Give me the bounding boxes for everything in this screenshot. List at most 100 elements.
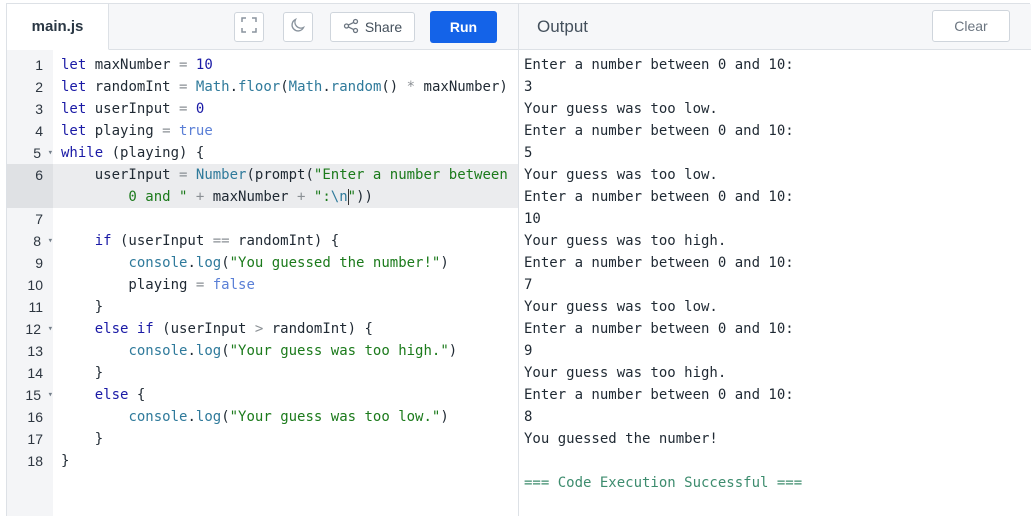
code-token: . [229,79,239,95]
code-token: == [212,233,230,249]
code-token: maxNumber [86,57,180,73]
code-line[interactable]: 18} [7,450,518,472]
code-token: 10 [195,57,213,73]
output-line: Enter a number between 0 and 10: [524,255,794,271]
output-line: Your guess was too low. [524,299,718,315]
code-text: userInput = Number(prompt("Enter a numbe… [61,164,508,186]
code-line[interactable]: 3 let userInput = 0 [7,98,518,120]
code-token: if [136,321,154,337]
code-editor[interactable]: 1 let maxNumber = 10 2 let randomInt = Math… [7,50,518,516]
code-line[interactable]: 8 ▾ if (userInput == randomInt) { [7,230,518,252]
output-panel: Enter a number between 0 and 10: 3 Your gu… [518,50,1031,516]
line-number: 3 [35,101,43,117]
code-text: console.log("Your guess was too low.") [61,406,449,428]
clear-button[interactable]: Clear [932,10,1010,42]
code-token: randomInt [86,79,180,95]
output-line: 8 [524,409,533,425]
code-text: else { [61,384,146,406]
file-tab-main-js[interactable]: main.js [7,4,109,50]
output-line: Your guess was too low. [524,101,718,117]
code-token: let [61,57,87,73]
code-line[interactable]: 10 playing = false [7,274,518,296]
code-text: console.log("Your guess was too high.") [61,340,457,362]
output-line: 9 [524,343,533,359]
execution-status: === Code Execution Successful === [524,475,803,491]
code-text: 0 and " + maxNumber + ":\n")) [61,186,373,208]
code-token: ) [440,255,449,271]
code-token: "You guessed the number!" [229,255,441,271]
code-line[interactable]: 14 } [7,362,518,384]
code-line[interactable]: 17 } [7,428,518,450]
gutter-cell: 10 [7,274,53,296]
line-number: 5 [33,145,41,161]
code-line[interactable]: 1 let maxNumber = 10 [7,54,518,76]
line-number: 6 [35,167,43,183]
gutter-cell: 12 ▾ [7,318,53,340]
code-line[interactable]: 5 ▾ while (playing) { [7,142,518,164]
gutter-cell: 8 ▾ [7,230,53,252]
code-token: Math [195,79,230,95]
code-token: ) [448,343,458,359]
code-line[interactable]: 6 userInput = Number(prompt("Enter a num… [7,164,518,186]
code-line[interactable]: 7 [7,208,518,230]
gutter-cell [7,186,53,208]
code-line[interactable]: 0 and " + maxNumber + ":\n")) [7,186,518,208]
code-token: ( [280,79,289,95]
code-token: if [94,233,112,249]
code-token: randomInt) { [229,233,340,249]
theme-toggle-button[interactable] [283,12,313,42]
code-text: playing = false [61,274,254,296]
code-token: } [61,365,104,381]
line-number: 13 [27,343,43,359]
code-token: else [94,321,129,337]
line-number: 12 [25,321,41,337]
fold-arrow-icon[interactable]: ▾ [48,384,53,406]
code-line[interactable]: 11 } [7,296,518,318]
code-token: Math [288,79,323,95]
line-number: 10 [27,277,43,293]
code-token: } [61,431,104,447]
fold-arrow-icon[interactable]: ▾ [48,318,53,340]
fullscreen-button[interactable] [234,12,264,42]
code-token: true [179,123,213,139]
fold-arrow-icon[interactable]: ▾ [48,230,53,252]
code-token: " [347,189,357,205]
line-number: 16 [27,409,43,425]
code-line[interactable]: 15 ▾ else { [7,384,518,406]
output-line: 5 [524,145,533,161]
code-token: let [61,101,87,117]
code-line[interactable]: 16 console.log("Your guess was too low."… [7,406,518,428]
code-token: console [128,255,188,271]
run-button[interactable]: Run [430,11,497,43]
share-button[interactable]: Share [330,12,415,42]
output-line: Enter a number between 0 and 10: [524,321,794,337]
code-line[interactable]: 4 let playing = true [7,120,518,142]
code-token: maxNumber) [415,79,508,95]
output-line: Enter a number between 0 and 10: [524,387,794,403]
share-icon [343,18,359,37]
code-token: let [61,123,87,139]
code-text: } [61,362,103,384]
code-line[interactable]: 9 console.log("You guessed the number!") [7,252,518,274]
gutter-cell: 13 [7,340,53,362]
code-token: 0 and " [61,189,188,205]
code-token: 0 [195,101,205,117]
code-token: ) [440,409,449,425]
code-token: * [406,79,416,95]
line-number: 1 [35,57,43,73]
code-token: let [61,79,87,95]
output-header: Output Clear [518,4,1031,50]
gutter-cell: 2 [7,76,53,98]
share-label: Share [364,19,403,35]
fold-arrow-icon[interactable]: ▾ [48,142,53,164]
code-line[interactable]: 2 let randomInt = Math.floor(Math.random(… [7,76,518,98]
code-line[interactable]: 13 console.log("Your guess was too high.… [7,340,518,362]
output-line: Your guess was too low. [524,167,718,183]
online-compiler: main.js Share Run Output Clear 1 let max… [6,3,1031,516]
code-line[interactable]: 12 ▾ else if (userInput > randomInt) { [7,318,518,340]
code-text: let userInput = 0 [61,98,204,120]
